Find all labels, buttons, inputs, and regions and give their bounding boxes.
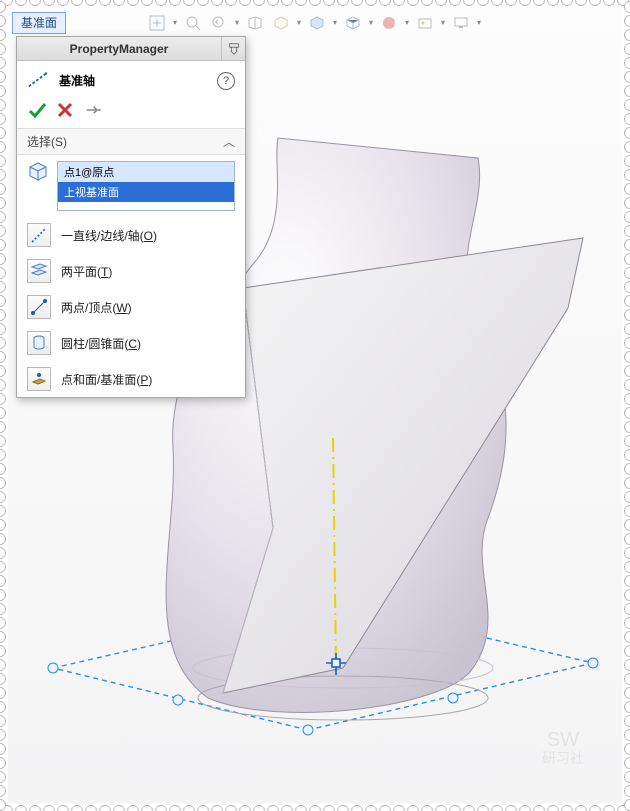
property-manager-panel: PropertyManager 基准轴 ? 选择(S) ︿ 点1@原点 上视基准… xyxy=(16,36,246,398)
help-icon[interactable]: ? xyxy=(217,72,235,90)
option-cylinder-cone[interactable]: 圆柱/圆锥面(C) xyxy=(17,325,245,361)
appearance-icon[interactable] xyxy=(378,12,400,34)
chevron-up-icon: ︿ xyxy=(223,133,235,150)
dropdown-icon[interactable]: ▾ xyxy=(404,12,410,34)
dropdown-icon[interactable]: ▾ xyxy=(476,12,482,34)
view-orient-icon[interactable] xyxy=(270,12,292,34)
pm-header: PropertyManager xyxy=(17,37,245,61)
two-points-icon xyxy=(27,295,51,319)
zoom-fit-icon[interactable] xyxy=(146,12,168,34)
option-point-and-face[interactable]: 点和面/基准面(P) xyxy=(17,361,245,397)
section-title: 选择(S) xyxy=(27,133,67,150)
dropdown-icon[interactable]: ▾ xyxy=(368,12,374,34)
pm-pushpin-icon[interactable] xyxy=(221,37,245,61)
dropdown-icon[interactable]: ▾ xyxy=(234,12,240,34)
section-view-icon[interactable] xyxy=(244,12,266,34)
heads-up-toolbar: ▾ ▾ ▾ ▾ ▾ ▾ ▾ ▾ xyxy=(146,12,482,34)
top-tab-reference-plane[interactable]: 基准面 xyxy=(12,12,66,34)
selection-item[interactable]: 上视基准面 xyxy=(58,182,234,202)
feature-name: 基准轴 xyxy=(59,72,95,89)
point-face-icon xyxy=(27,367,51,391)
selection-item[interactable]: 点1@原点 xyxy=(58,162,234,182)
option-label: 两平面(T) xyxy=(61,263,112,280)
selection-type-icon[interactable] xyxy=(27,161,49,186)
zoom-area-icon[interactable] xyxy=(182,12,204,34)
dropdown-icon[interactable]: ▾ xyxy=(172,12,178,34)
two-planes-icon xyxy=(27,259,51,283)
option-label: 圆柱/圆锥面(C) xyxy=(61,335,141,352)
dropdown-icon[interactable]: ▾ xyxy=(296,12,302,34)
option-one-line[interactable]: 一直线/边线/轴(O) xyxy=(17,217,245,253)
option-label: 两点/顶点(W) xyxy=(61,299,132,316)
display-style-icon[interactable] xyxy=(306,12,328,34)
selection-listbox[interactable]: 点1@原点 上视基准面 xyxy=(57,161,235,211)
option-label: 点和面/基准面(P) xyxy=(61,371,152,388)
section-header-selection[interactable]: 选择(S) ︿ xyxy=(17,128,245,155)
view-settings-icon[interactable] xyxy=(450,12,472,34)
watermark: SW 研习社 xyxy=(518,729,608,789)
ok-button[interactable] xyxy=(27,100,47,120)
prev-view-icon[interactable] xyxy=(208,12,230,34)
dropdown-icon[interactable]: ▾ xyxy=(440,12,446,34)
scene-icon[interactable] xyxy=(414,12,436,34)
cancel-button[interactable] xyxy=(55,100,75,120)
pm-title: PropertyManager xyxy=(17,42,221,56)
option-two-points[interactable]: 两点/顶点(W) xyxy=(17,289,245,325)
dropdown-icon[interactable]: ▾ xyxy=(332,12,338,34)
option-two-planes[interactable]: 两平面(T) xyxy=(17,253,245,289)
axis-feature-icon xyxy=(27,69,51,92)
cylinder-face-icon xyxy=(27,331,51,355)
option-label: 一直线/边线/轴(O) xyxy=(61,227,157,244)
hide-show-icon[interactable] xyxy=(342,12,364,34)
keep-visible-icon[interactable] xyxy=(83,100,103,120)
line-edge-axis-icon xyxy=(27,223,51,247)
